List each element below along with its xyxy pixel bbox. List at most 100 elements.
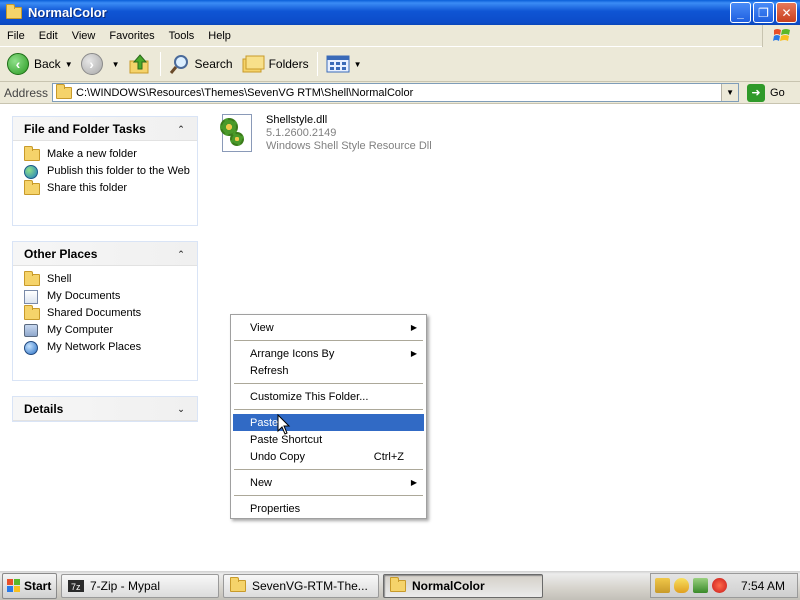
tray-security-alert-icon[interactable] <box>712 578 727 593</box>
place-shared-documents[interactable]: Shared Documents <box>24 305 191 321</box>
menu-item-arrange-icons[interactable]: Arrange Icons By ▶ <box>233 345 424 362</box>
menu-tools[interactable]: Tools <box>162 30 202 42</box>
panel-title: Details <box>24 401 64 416</box>
panel-header[interactable]: Details ⌄ <box>13 397 197 421</box>
file-description: Windows Shell Style Resource Dll <box>266 140 432 152</box>
menu-view[interactable]: View <box>65 30 103 42</box>
forward-button[interactable]: › ▼ <box>77 50 124 78</box>
menu-item-properties[interactable]: Properties <box>233 500 424 517</box>
task-publish-web[interactable]: Publish this folder to the Web <box>24 165 191 179</box>
other-places-panel: Other Places ⌃ Shell My Documents Shared… <box>12 241 198 381</box>
7zip-icon: 7z <box>68 579 84 592</box>
panel-title: Other Places <box>24 246 98 261</box>
toolbar-separator <box>316 52 318 76</box>
place-label: My Network Places <box>47 341 142 353</box>
folder-icon <box>390 576 406 593</box>
panel-header[interactable]: Other Places ⌃ <box>13 242 197 266</box>
dropdown-arrow-icon[interactable]: ▼ <box>354 60 362 69</box>
tray-tool-icon[interactable] <box>655 578 670 593</box>
menu-separator <box>234 469 423 470</box>
task-label: Share this folder <box>47 182 128 194</box>
start-label: Start <box>24 578 52 593</box>
place-shell[interactable]: Shell <box>24 271 191 287</box>
menu-bar: File Edit View Favorites Tools Help <box>0 25 800 47</box>
start-button[interactable]: Start <box>2 572 57 599</box>
back-arrow-icon: ‹ <box>7 53 29 75</box>
taskbar-button-label: NormalColor <box>412 578 485 593</box>
menu-favorites[interactable]: Favorites <box>102 30 161 42</box>
menu-item-label: Arrange Icons By <box>250 347 335 360</box>
panel-title: File and Folder Tasks <box>24 121 146 136</box>
menu-item-refresh[interactable]: Refresh <box>233 362 424 379</box>
taskbar-button-label: 7-Zip - Mypal <box>90 578 161 593</box>
back-label: Back <box>34 57 61 71</box>
place-my-network[interactable]: My Network Places <box>24 341 191 355</box>
expand-chevron-icon[interactable]: ⌄ <box>173 401 189 417</box>
close-button[interactable]: ✕ <box>776 2 797 23</box>
menu-item-view[interactable]: View ▶ <box>233 319 424 336</box>
windows-flag-icon <box>7 578 21 593</box>
place-my-documents[interactable]: My Documents <box>24 290 191 304</box>
up-folder-icon <box>129 54 149 74</box>
folder-icon <box>24 305 40 321</box>
folder-icon <box>24 271 40 287</box>
folders-label: Folders <box>268 57 309 71</box>
folders-icon <box>242 55 265 73</box>
views-button[interactable]: ▼ <box>322 50 366 78</box>
menu-item-new[interactable]: New ▶ <box>233 474 424 491</box>
folder-icon <box>6 4 22 19</box>
network-icon <box>24 341 40 355</box>
go-label: Go <box>770 86 785 99</box>
menu-file[interactable]: File <box>0 30 32 42</box>
task-make-folder[interactable]: Make a new folder <box>24 146 191 162</box>
dropdown-arrow-icon[interactable]: ▼ <box>65 60 73 69</box>
new-folder-icon <box>24 146 40 162</box>
dll-file-icon <box>220 112 256 154</box>
file-item[interactable]: Shellstyle.dll 5.1.2600.2149 Windows She… <box>220 112 432 154</box>
system-tray: 7:54 AM <box>650 573 798 598</box>
window-controls: _ ❐ ✕ <box>730 2 797 23</box>
dropdown-arrow-icon[interactable]: ▼ <box>112 60 120 69</box>
back-button[interactable]: ‹ Back ▼ <box>3 50 77 78</box>
menu-help[interactable]: Help <box>201 30 238 42</box>
menu-edit[interactable]: Edit <box>32 30 65 42</box>
menu-item-customize[interactable]: Customize This Folder... <box>233 388 424 405</box>
menu-item-label: Undo Copy <box>250 450 306 463</box>
menu-item-label: Properties <box>250 502 301 515</box>
menu-item-paste[interactable]: Paste <box>233 414 424 431</box>
menu-separator <box>234 383 423 384</box>
menu-item-label: View <box>250 321 274 334</box>
details-panel: Details ⌄ <box>12 396 198 422</box>
views-icon <box>326 55 350 73</box>
menu-item-undo-copy[interactable]: Undo Copy Ctrl+Z <box>233 448 424 465</box>
toolbar: ‹ Back ▼ › ▼ Search Folders ▼ <box>0 47 800 82</box>
file-version: 5.1.2600.2149 <box>266 127 337 139</box>
submenu-arrow-icon: ▶ <box>410 478 417 487</box>
folders-button[interactable]: Folders <box>237 50 313 78</box>
address-bar: Address C:\WINDOWS\Resources\Themes\Seve… <box>0 82 800 104</box>
address-input[interactable]: C:\WINDOWS\Resources\Themes\SevenVG RTM\… <box>52 83 740 102</box>
file-folder-tasks-panel: File and Folder Tasks ⌃ Make a new folde… <box>12 116 198 226</box>
collapse-chevron-icon[interactable]: ⌃ <box>173 121 189 137</box>
go-button[interactable]: ➜ Go <box>747 83 785 102</box>
address-dropdown-icon[interactable]: ▼ <box>721 84 739 101</box>
documents-icon <box>24 290 40 304</box>
computer-icon <box>24 324 40 338</box>
taskbar-button-normalcolor[interactable]: NormalColor <box>383 573 543 598</box>
taskbar-button-label: SevenVG-RTM-The... <box>252 578 368 593</box>
menu-separator <box>234 409 423 410</box>
minimize-button[interactable]: _ <box>730 2 751 23</box>
up-folder-button[interactable] <box>124 50 156 78</box>
taskbar-button-sevenvg[interactable]: SevenVG-RTM-The... <box>223 573 379 598</box>
collapse-chevron-icon[interactable]: ⌃ <box>173 246 189 262</box>
place-my-computer[interactable]: My Computer <box>24 324 191 338</box>
tray-network-icon[interactable] <box>693 578 708 593</box>
search-button[interactable]: Search <box>165 50 237 78</box>
maximize-button[interactable]: ❐ <box>753 2 774 23</box>
panel-header[interactable]: File and Folder Tasks ⌃ <box>13 117 197 141</box>
task-share-folder[interactable]: Share this folder <box>24 180 191 196</box>
tray-shield-icon[interactable] <box>674 578 689 593</box>
taskbar-button-7zip[interactable]: 7z 7-Zip - Mypal <box>61 573 219 598</box>
menu-item-paste-shortcut[interactable]: Paste Shortcut <box>233 431 424 448</box>
place-label: Shared Documents <box>47 307 142 319</box>
